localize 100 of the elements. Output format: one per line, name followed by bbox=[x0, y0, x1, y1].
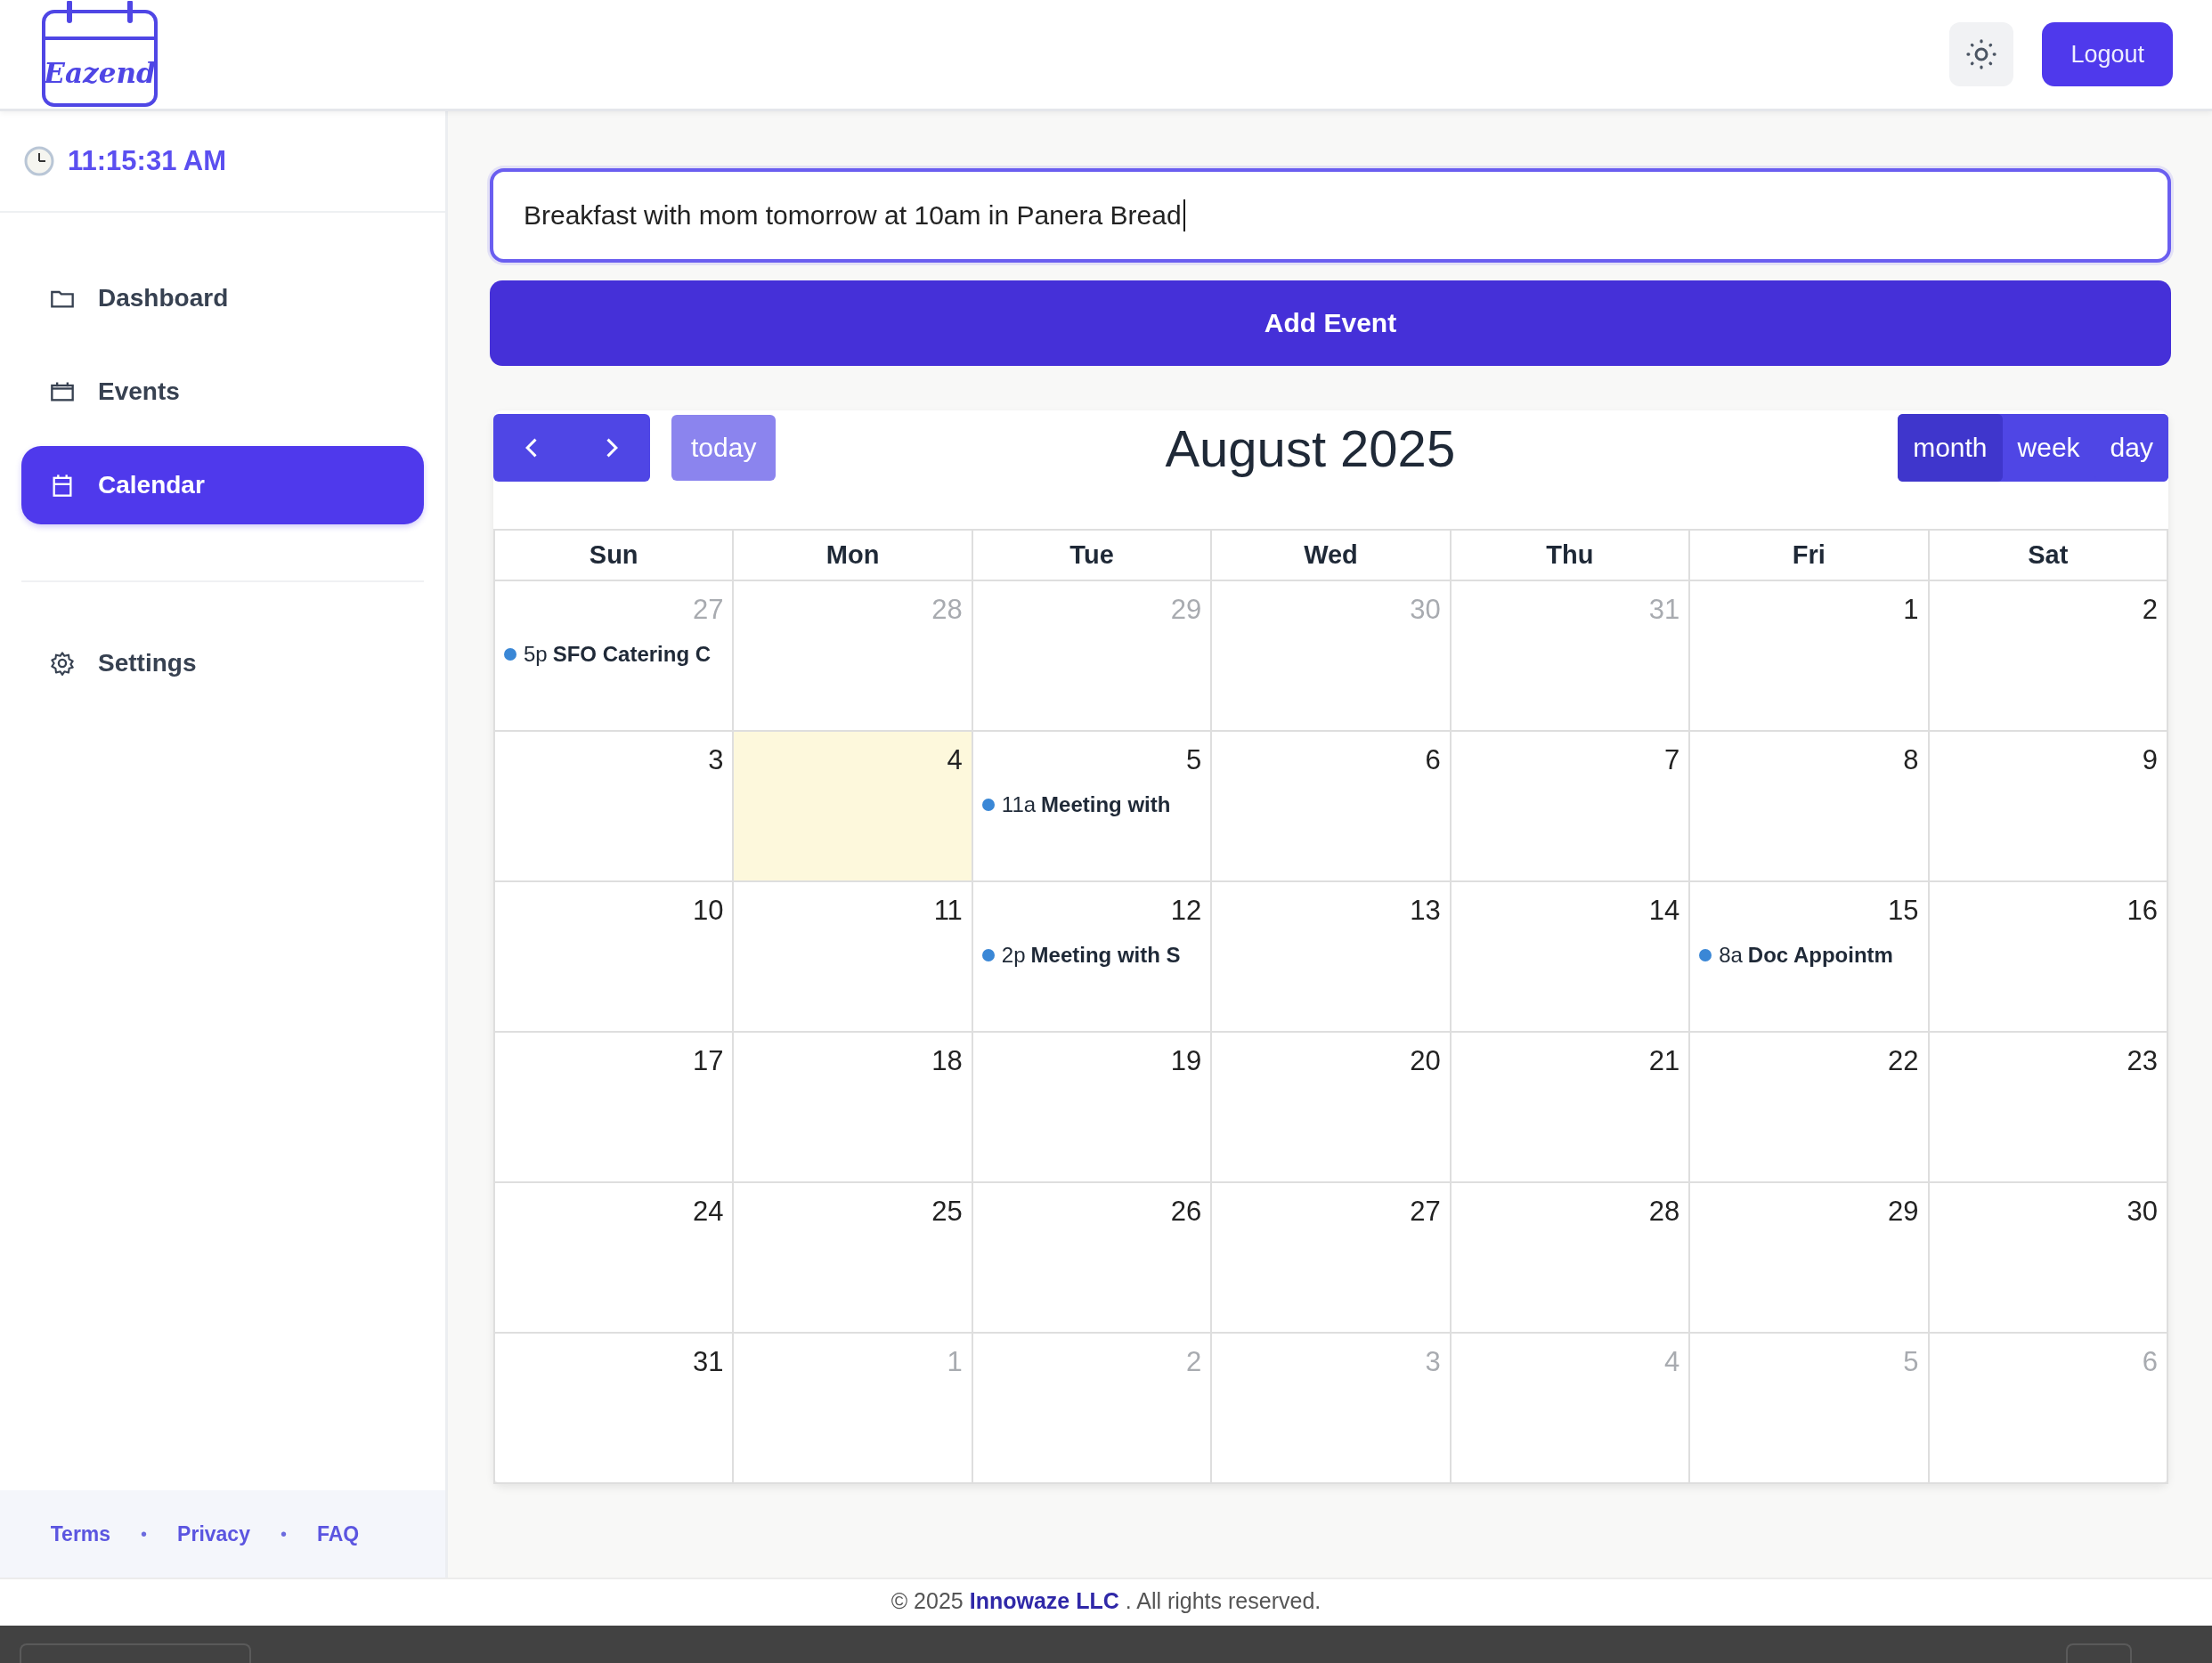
day-number: 11 bbox=[933, 894, 964, 927]
day-number: 25 bbox=[931, 1195, 964, 1228]
day-number: 10 bbox=[692, 894, 725, 927]
footer-link[interactable]: Terms bbox=[50, 1521, 111, 1546]
event-title[interactable]: Meeting with bbox=[1041, 792, 1171, 817]
day-cell[interactable]: 30 bbox=[1929, 1183, 2168, 1334]
weekday-header: Fri bbox=[1690, 531, 1930, 581]
day-cell[interactable]: 14 bbox=[1451, 882, 1691, 1033]
day-number: 31 bbox=[1648, 593, 1681, 626]
weekday-header: Mon bbox=[734, 531, 973, 581]
day-number: 3 bbox=[708, 743, 725, 776]
day-cell[interactable]: 27 bbox=[1212, 1183, 1452, 1334]
logo: Eazend bbox=[41, 1, 159, 108]
event-dot bbox=[1699, 949, 1712, 961]
day-number: 27 bbox=[1410, 1195, 1442, 1228]
day-number: 26 bbox=[1170, 1195, 1203, 1228]
day-cell[interactable]: 26 bbox=[972, 1183, 1213, 1334]
day-cell[interactable]: 13 bbox=[1212, 882, 1452, 1033]
day-cell[interactable]: 7 bbox=[1451, 732, 1691, 882]
company-link[interactable]: Innowaze LLC bbox=[969, 1588, 1119, 1613]
day-cell[interactable]: 11 bbox=[734, 882, 973, 1033]
day-cell[interactable]: 22 bbox=[1690, 1033, 1930, 1183]
day-cell[interactable]: 8 bbox=[1690, 732, 1930, 882]
event-time: 8a bbox=[1719, 943, 1743, 968]
day-number: 21 bbox=[1648, 1044, 1681, 1077]
day-number: 2 bbox=[2142, 593, 2159, 626]
day-cell[interactable]: 27 5p SFO Catering C bbox=[495, 581, 735, 732]
event-title[interactable]: Meeting with S bbox=[1030, 943, 1181, 968]
day-number: 31 bbox=[692, 1345, 725, 1378]
footer-link[interactable]: Privacy bbox=[177, 1521, 250, 1546]
event-title[interactable]: SFO Catering C bbox=[552, 642, 712, 667]
view-tab[interactable]: month bbox=[1898, 414, 2003, 482]
day-cell[interactable]: 16 bbox=[1929, 882, 2168, 1033]
weekday-header: Tue bbox=[972, 531, 1213, 581]
day-number: 6 bbox=[1425, 743, 1442, 776]
day-cell[interactable]: 23 bbox=[1929, 1033, 2168, 1183]
day-number: 4 bbox=[947, 743, 964, 776]
weekday-header: Wed bbox=[1212, 531, 1452, 581]
day-number: 6 bbox=[2142, 1345, 2159, 1378]
day-cell[interactable]: 5 11a Meeting with bbox=[972, 732, 1213, 882]
day-number: 5 bbox=[1186, 743, 1203, 776]
footer-link[interactable]: FAQ bbox=[316, 1521, 360, 1546]
day-cell[interactable]: 4 bbox=[734, 732, 973, 882]
day-cell[interactable]: 29 bbox=[1690, 1183, 1930, 1334]
event-time: 11a bbox=[1001, 792, 1037, 817]
day-number: 3 bbox=[1425, 1345, 1442, 1378]
day-cell[interactable]: 21 bbox=[1451, 1033, 1691, 1183]
weekday-header: Thu bbox=[1451, 531, 1691, 581]
day-cell[interactable]: 15 8a Doc Appointm bbox=[1690, 882, 1930, 1033]
day-number: 24 bbox=[692, 1195, 725, 1228]
sidebar-item[interactable]: Calendar bbox=[21, 446, 424, 524]
day-number: 8 bbox=[1903, 743, 1920, 776]
day-number: 19 bbox=[1170, 1044, 1203, 1077]
event-title[interactable]: Doc Appointm bbox=[1747, 943, 1893, 968]
day-number: 14 bbox=[1648, 894, 1681, 927]
day-cell[interactable]: 18 bbox=[734, 1033, 973, 1183]
day-cell[interactable]: 28 bbox=[1451, 1183, 1691, 1334]
day-cell[interactable]: 19 bbox=[972, 1033, 1213, 1183]
day-number: 2 bbox=[1186, 1345, 1203, 1378]
day-number: 29 bbox=[1888, 1195, 1920, 1228]
day-number: 4 bbox=[1663, 1345, 1681, 1378]
day-cell[interactable]: 12 2p Meeting with S bbox=[972, 882, 1213, 1033]
day-number: 9 bbox=[2142, 743, 2159, 776]
weekday-header: Sat bbox=[1929, 531, 2168, 581]
day-number: 18 bbox=[931, 1044, 964, 1077]
clock-time: 11:15:31 AM bbox=[68, 145, 227, 177]
sidebar-item[interactable]: Settings bbox=[21, 624, 424, 702]
day-cell[interactable]: 9 bbox=[1929, 732, 2168, 882]
copyright-text: © 2025 Innowaze LLC . All rights reserved. bbox=[890, 1588, 1322, 1614]
day-number: 13 bbox=[1410, 894, 1442, 927]
clock-icon bbox=[23, 145, 55, 177]
add-event-button[interactable]: Add Event bbox=[490, 280, 2171, 366]
weekday-header: Sun bbox=[495, 531, 735, 581]
day-number: 17 bbox=[692, 1044, 725, 1077]
event-time: 5p bbox=[524, 642, 548, 667]
day-number: 7 bbox=[1663, 743, 1681, 776]
event-input-field[interactable]: Breakfast with mom tomorrow at 10am in Panera Bread bbox=[490, 168, 2171, 263]
event-dot bbox=[981, 949, 995, 961]
day-cell[interactable]: 20 bbox=[1212, 1033, 1452, 1183]
day-number: 20 bbox=[1410, 1044, 1442, 1077]
theme-toggle-button[interactable] bbox=[1949, 22, 2014, 86]
sun-icon bbox=[1965, 38, 1998, 70]
separator-dot: • bbox=[280, 1523, 287, 1545]
day-cell[interactable]: 2 bbox=[1929, 581, 2168, 732]
event-time: 2p bbox=[1001, 943, 1026, 968]
day-number: 1 bbox=[947, 1345, 964, 1378]
sidebar-item[interactable]: Events bbox=[21, 353, 424, 431]
day-number: 30 bbox=[1410, 593, 1442, 626]
day-cell[interactable]: 31 bbox=[495, 1334, 735, 1484]
day-number: 30 bbox=[2127, 1195, 2159, 1228]
day-cell[interactable]: 10 bbox=[495, 882, 735, 1033]
calendar-title: August 2025 bbox=[1165, 418, 1456, 478]
day-cell[interactable]: 1 bbox=[1690, 581, 1930, 732]
day-cell[interactable]: 6 bbox=[1212, 732, 1452, 882]
day-cell[interactable]: 17 bbox=[495, 1033, 735, 1183]
day-number: 22 bbox=[1888, 1044, 1920, 1077]
day-cell[interactable]: 24 bbox=[495, 1183, 735, 1334]
sidebar-item[interactable]: Dashboard bbox=[21, 259, 424, 337]
day-cell[interactable]: 25 bbox=[734, 1183, 973, 1334]
logout-button[interactable]: Logout bbox=[2042, 22, 2173, 86]
